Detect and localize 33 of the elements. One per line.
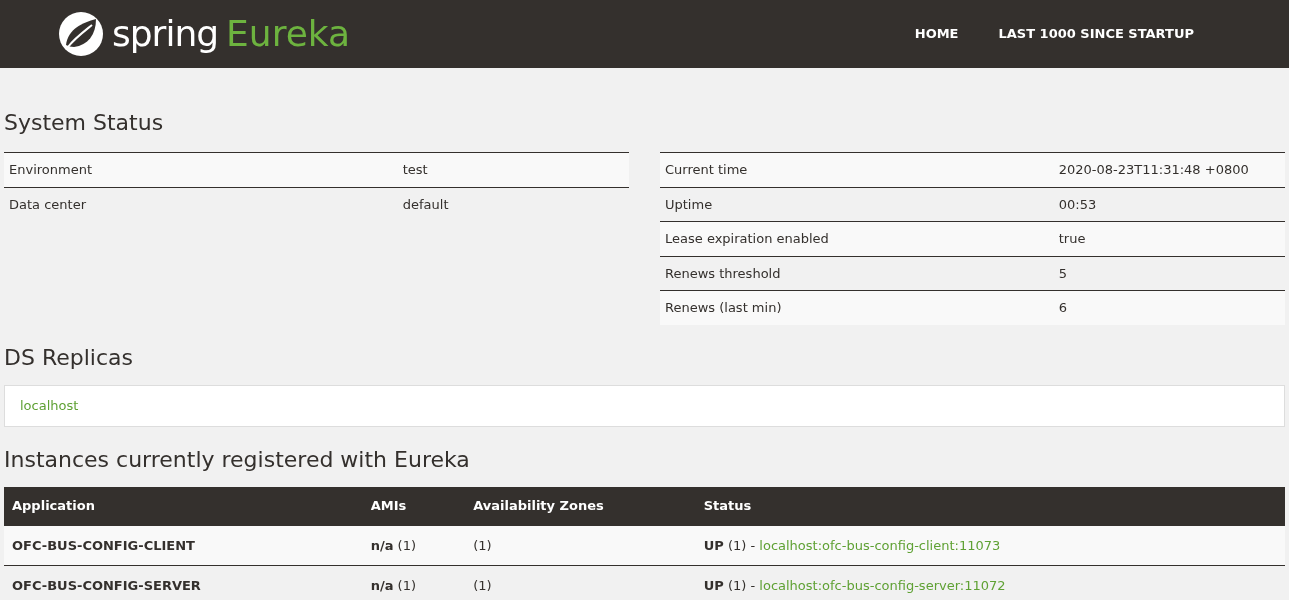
table-cell: (1) — [465, 565, 696, 600]
table-cell: test — [397, 152, 629, 188]
column-header: Application — [4, 487, 363, 526]
section-title: DS Replicas — [4, 344, 134, 372]
table-cell: n/a (1) — [362, 565, 466, 600]
section-title: Instances currently registered with Eureka — [4, 446, 471, 474]
table-cell: Data center — [4, 187, 398, 222]
status-text: UP (1) - — [703, 578, 757, 594]
replica-link[interactable]: localhost — [20, 398, 79, 414]
section-title: System Status — [4, 110, 165, 137]
nav-link-item[interactable]: HOME — [914, 24, 959, 44]
table-cell: n/a (1) — [362, 525, 466, 566]
status-text: UP (1) - — [703, 537, 757, 553]
leaf-logo-icon — [58, 11, 104, 57]
table-cell: default — [397, 187, 629, 222]
logo-wordmark: spring — [112, 12, 219, 56]
column-header: AMIs — [362, 487, 466, 526]
column-header: Status — [695, 487, 1285, 526]
logo-product-name: Eureka — [226, 12, 351, 56]
table-cell: Environment — [4, 152, 398, 188]
table-cell: true — [1053, 221, 1285, 257]
table-cell: (1) — [465, 525, 696, 566]
table-cell: OFC-BUS-CONFIG-SERVER — [4, 565, 363, 600]
instance-link[interactable]: localhost:ofc-bus-config-client:11073 — [759, 537, 1001, 553]
instance-link[interactable]: localhost:ofc-bus-config-server:11072 — [759, 578, 1006, 594]
table-cell: Lease expiration enabled — [660, 221, 1054, 257]
table-cell: Current time — [660, 152, 1054, 188]
table-cell: 6 — [1053, 290, 1285, 325]
table-cell: OFC-BUS-CONFIG-CLIENT — [4, 525, 363, 566]
table-cell: Renews (last min) — [660, 290, 1054, 325]
column-header: Availability Zones — [465, 487, 696, 526]
table-cell: 2020-08-23T11:31:48 +0800 — [1053, 152, 1285, 188]
nav-link-item[interactable]: LAST 1000 SINCE STARTUP — [998, 24, 1194, 44]
